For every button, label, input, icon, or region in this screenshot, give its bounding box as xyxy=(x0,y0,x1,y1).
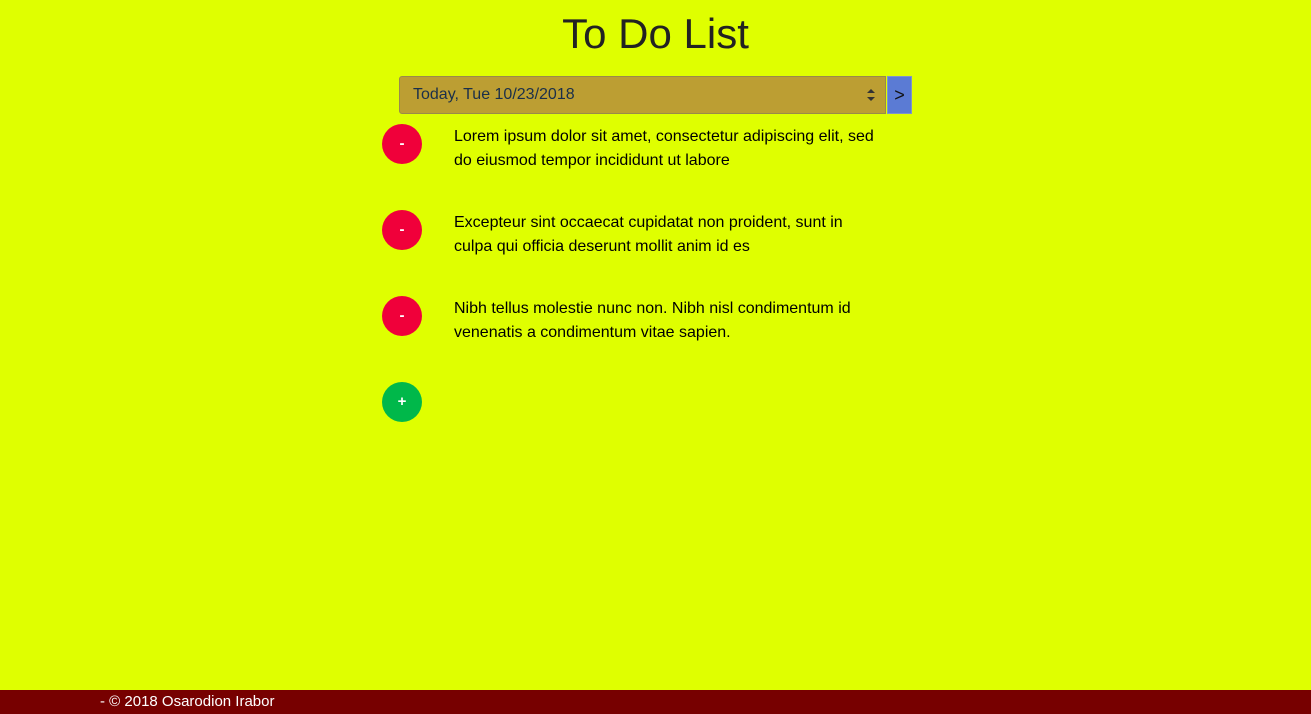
footer: - © 2018 Osarodion Irabor xyxy=(0,690,1311,714)
todo-text: Lorem ipsum dolor sit amet, consectetur … xyxy=(454,128,874,169)
date-select[interactable]: Today, Tue 10/23/2018 xyxy=(399,76,886,114)
remove-todo-button[interactable]: - xyxy=(382,124,422,164)
page-title: To Do List xyxy=(562,10,749,57)
todo-text: Nibh tellus molestie nunc non. Nibh nisl… xyxy=(454,300,851,341)
date-select-value: Today, Tue 10/23/2018 xyxy=(413,86,575,103)
todo-text: Excepteur sint occaecat cupidatat non pr… xyxy=(454,214,843,255)
next-day-button[interactable]: > xyxy=(887,76,912,114)
remove-todo-button[interactable]: - xyxy=(382,210,422,250)
select-arrows-icon xyxy=(867,89,875,101)
footer-copyright: - © 2018 Osarodion Irabor xyxy=(100,693,275,710)
remove-todo-button[interactable]: - xyxy=(382,296,422,336)
add-todo-button[interactable]: + xyxy=(382,382,422,422)
date-selector-row: Today, Tue 10/23/2018 > xyxy=(399,76,912,114)
